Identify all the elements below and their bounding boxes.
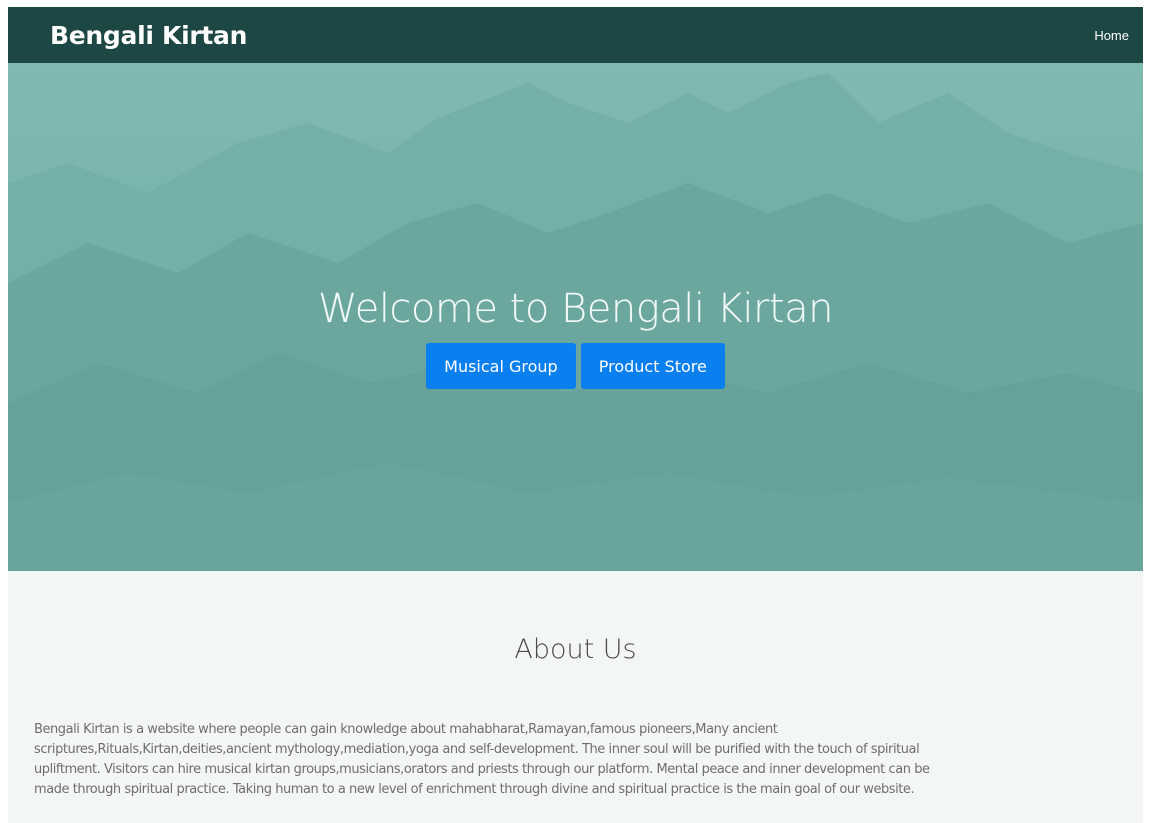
hero-section: Welcome to Bengali Kirtan Musical Group …: [8, 63, 1143, 571]
about-title: About Us: [514, 634, 637, 665]
nav-home-link[interactable]: Home: [1094, 28, 1129, 43]
navbar: Bengali Kirtan Home: [8, 7, 1143, 63]
hero-title: Welcome to Bengali Kirtan: [318, 286, 834, 332]
about-description: Bengali Kirtan is a website where people…: [34, 720, 1139, 800]
about-line: scriptures,Rituals,Kirtan,deities,ancien…: [34, 742, 920, 757]
page: Bengali Kirtan Home Welcome to Bengali K…: [0, 0, 1151, 823]
product-store-button[interactable]: Product Store: [580, 343, 725, 389]
hero-button-group: Musical Group Product Store: [8, 343, 1143, 389]
hero-content: Welcome to Bengali Kirtan Musical Group …: [8, 283, 1143, 389]
about-line: made through spiritual practice. Taking …: [34, 782, 915, 797]
about-line: upliftment. Visitors can hire musical ki…: [34, 762, 930, 777]
brand-logo[interactable]: Bengali Kirtan: [50, 21, 247, 50]
about-section: About Us Bengali Kirtan is a website whe…: [8, 571, 1143, 823]
musical-group-button[interactable]: Musical Group: [426, 343, 576, 389]
about-line: Bengali Kirtan is a website where people…: [34, 722, 778, 737]
